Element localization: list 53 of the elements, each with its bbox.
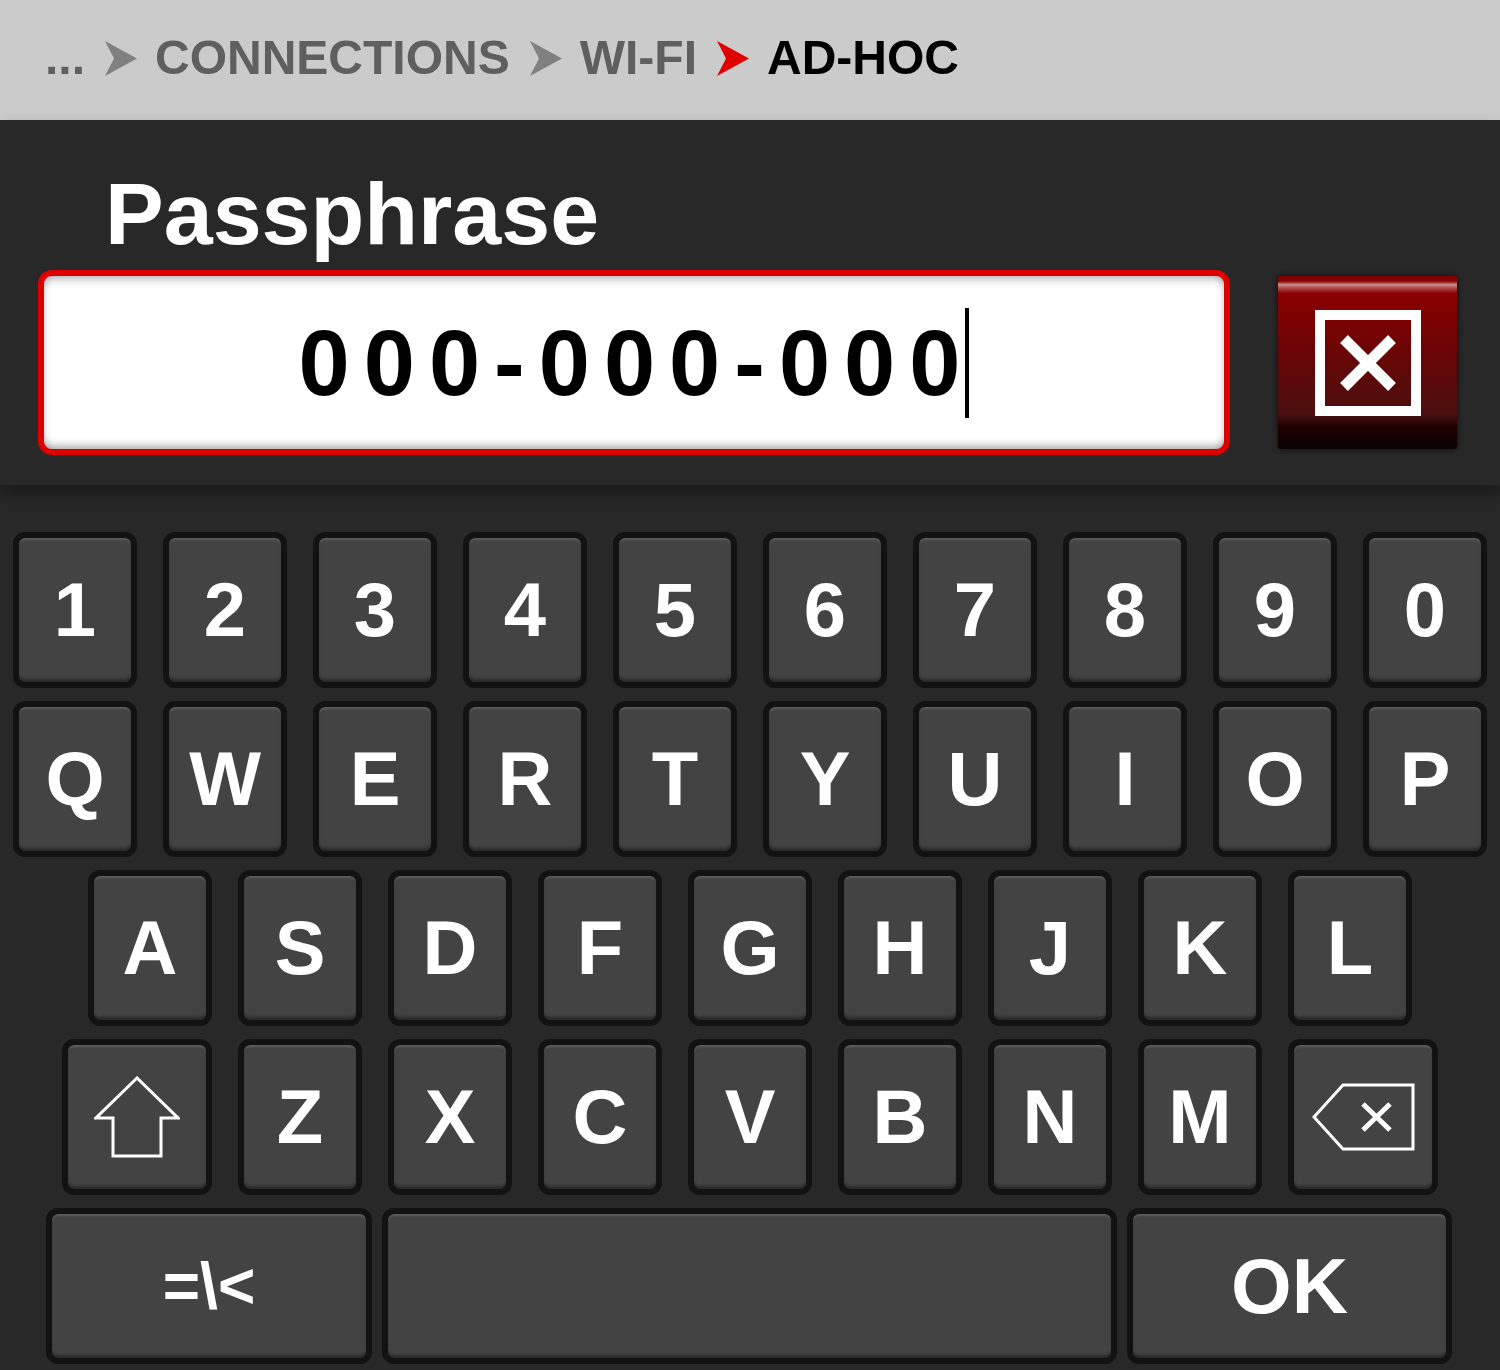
- keyboard-key[interactable]: T: [613, 701, 737, 857]
- keyboard-key[interactable]: R: [463, 701, 587, 857]
- chevron-icon: [529, 40, 562, 76]
- keyboard-key[interactable]: A: [88, 870, 212, 1026]
- breadcrumb-link[interactable]: WI-FI: [579, 34, 697, 82]
- backspace-key[interactable]: [1288, 1039, 1438, 1195]
- keyboard-key[interactable]: 9: [1213, 532, 1337, 688]
- backspace-icon: [1311, 1083, 1415, 1151]
- ok-button[interactable]: OK: [1127, 1208, 1452, 1364]
- shift-key[interactable]: [62, 1039, 212, 1195]
- keyboard-key[interactable]: P: [1363, 701, 1487, 857]
- keyboard-key[interactable]: 4: [463, 532, 587, 688]
- chevron-icon: [717, 40, 749, 76]
- keyboard-key[interactable]: 7: [913, 532, 1037, 688]
- keyboard-key[interactable]: Z: [238, 1039, 362, 1195]
- breadcrumb-current: AD-HOC: [767, 34, 959, 82]
- keyboard-key[interactable]: 1: [13, 532, 137, 688]
- keyboard-key[interactable]: O: [1213, 701, 1337, 857]
- keyboard-key[interactable]: I: [1063, 701, 1187, 857]
- keyboard-key[interactable]: G: [688, 870, 812, 1026]
- keyboard-key[interactable]: W: [163, 701, 287, 857]
- keyboard-key[interactable]: J: [988, 870, 1112, 1026]
- shift-icon: [94, 1076, 180, 1158]
- keyboard-key[interactable]: C: [538, 1039, 662, 1195]
- field-label: Passphrase: [105, 164, 600, 264]
- keyboard-key[interactable]: K: [1138, 870, 1262, 1026]
- keyboard-key[interactable]: V: [688, 1039, 812, 1195]
- keyboard-key[interactable]: Y: [763, 701, 887, 857]
- breadcrumb-link[interactable]: CONNECTIONS: [155, 34, 510, 82]
- keyboard-key[interactable]: 0: [1363, 532, 1487, 688]
- close-icon: [1314, 309, 1421, 416]
- clear-button[interactable]: [1278, 276, 1457, 449]
- chevron-icon: [105, 40, 137, 76]
- keyboard-key[interactable]: L: [1288, 870, 1412, 1026]
- keyboard-key[interactable]: S: [238, 870, 362, 1026]
- keyboard-key[interactable]: 8: [1063, 532, 1187, 688]
- keyboard-key[interactable]: 5: [613, 532, 737, 688]
- passphrase-field[interactable]: 000-000-000: [38, 270, 1230, 455]
- keyboard-key[interactable]: D: [388, 870, 512, 1026]
- symbols-key[interactable]: =\<: [46, 1208, 372, 1364]
- keyboard-key[interactable]: E: [313, 701, 437, 857]
- keyboard-key[interactable]: 2: [163, 532, 287, 688]
- keyboard-key[interactable]: 6: [763, 532, 887, 688]
- breadcrumb-link[interactable]: ...: [45, 34, 85, 82]
- keyboard-key[interactable]: H: [838, 870, 962, 1026]
- keyboard-key[interactable]: U: [913, 701, 1037, 857]
- keyboard-key[interactable]: F: [538, 870, 662, 1026]
- keyboard-key[interactable]: B: [838, 1039, 962, 1195]
- keyboard-key[interactable]: M: [1138, 1039, 1262, 1195]
- keyboard-key[interactable]: N: [988, 1039, 1112, 1195]
- keyboard-key[interactable]: Q: [13, 701, 137, 857]
- keyboard-key[interactable]: 3: [313, 532, 437, 688]
- keyboard-key[interactable]: X: [388, 1039, 512, 1195]
